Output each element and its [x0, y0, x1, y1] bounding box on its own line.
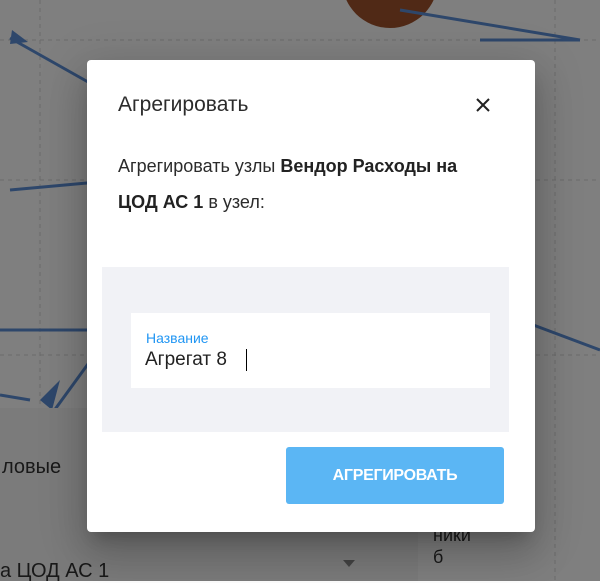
- form-area: Название: [102, 267, 509, 432]
- aggregate-dialog: Агрегировать Агрегировать узлы Вендор Ра…: [87, 60, 535, 532]
- message-prefix: Агрегировать узлы: [118, 156, 281, 176]
- aggregate-button[interactable]: АГРЕГИРОВАТЬ: [286, 447, 504, 504]
- close-button[interactable]: [468, 90, 498, 120]
- name-field[interactable]: Название: [131, 313, 490, 388]
- text-caret: [246, 349, 247, 371]
- name-input[interactable]: [145, 347, 445, 373]
- message-suffix: в узел:: [203, 192, 265, 212]
- close-icon[interactable]: [468, 90, 498, 120]
- dialog-title: Агрегировать: [118, 93, 249, 116]
- dialog-message: Агрегировать узлы Вендор Расходы на ЦОД …: [118, 148, 478, 220]
- name-field-label: Название: [146, 330, 209, 346]
